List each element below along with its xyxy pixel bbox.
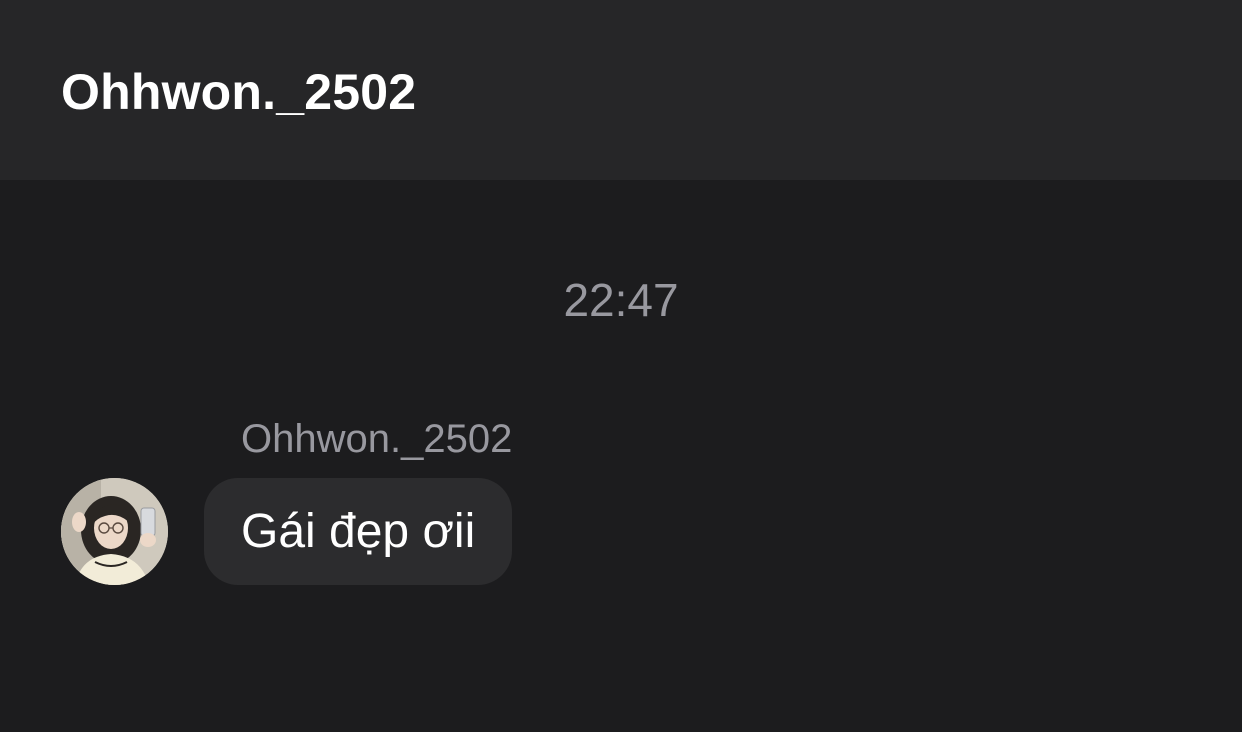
chat-header: Ohhwon._2502	[0, 0, 1242, 180]
message-sender-name: Ohhwon._2502	[241, 417, 513, 461]
chat-title[interactable]: Ohhwon._2502	[61, 62, 416, 122]
message-timestamp: 22:47	[563, 274, 679, 326]
sender-avatar[interactable]	[61, 478, 168, 585]
message-text: Gái đẹp ơii	[241, 504, 476, 558]
chat-screen: Ohhwon._2502 22:47 Ohhwon._2502 Gái đẹp …	[0, 0, 1242, 732]
user-avatar-photo-icon	[61, 478, 168, 585]
message-bubble[interactable]: Gái đẹp ơii	[204, 478, 513, 585]
